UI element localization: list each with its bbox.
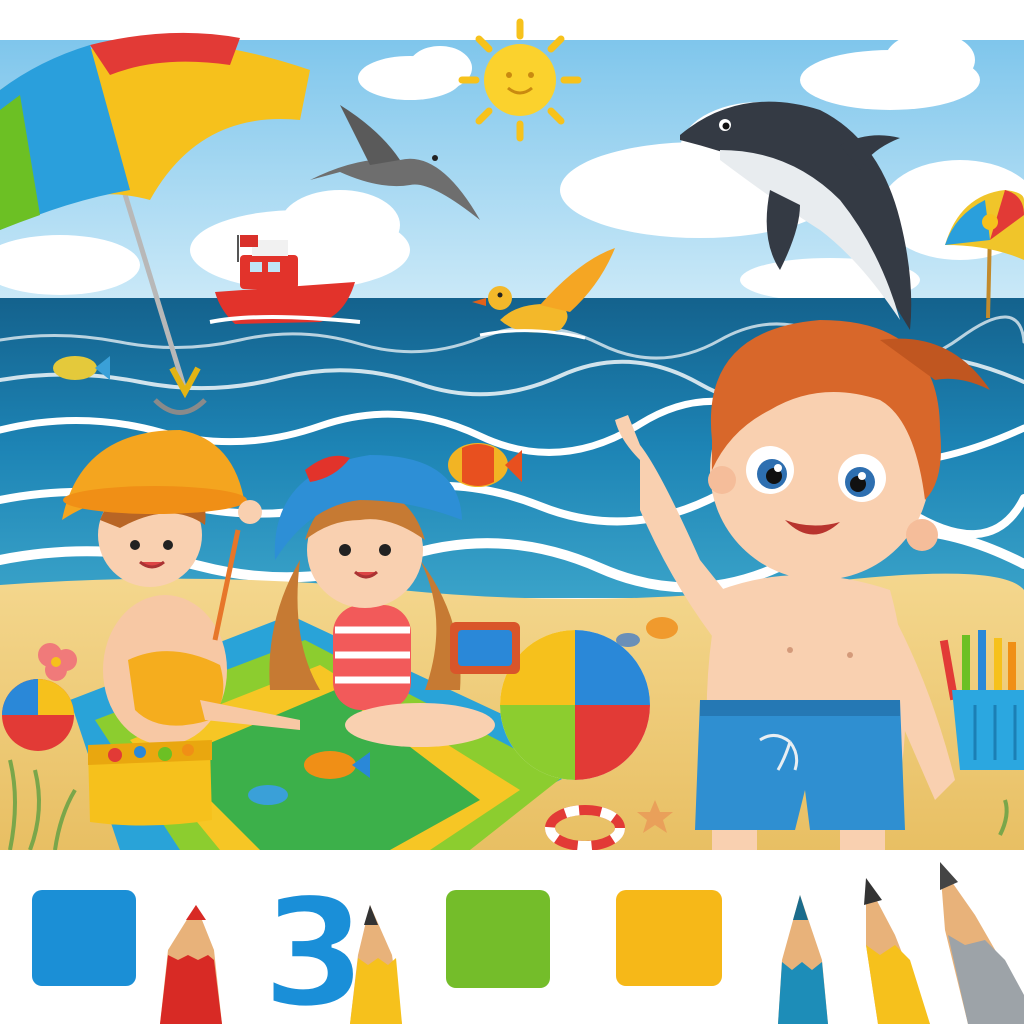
swatch-yellow[interactable] [616,890,722,986]
swatch-blue[interactable] [32,890,136,986]
bucket-icon [88,740,212,826]
top-margin [0,0,1024,40]
sun-icon [458,18,582,142]
beach-ball-icon [500,630,650,780]
swatch-green[interactable] [446,890,550,988]
beach-scene: 3 [0,0,1024,1024]
toy-box-icon [450,622,520,674]
number-label: 3 [262,867,366,1024]
beach-ball-icon [2,679,74,751]
